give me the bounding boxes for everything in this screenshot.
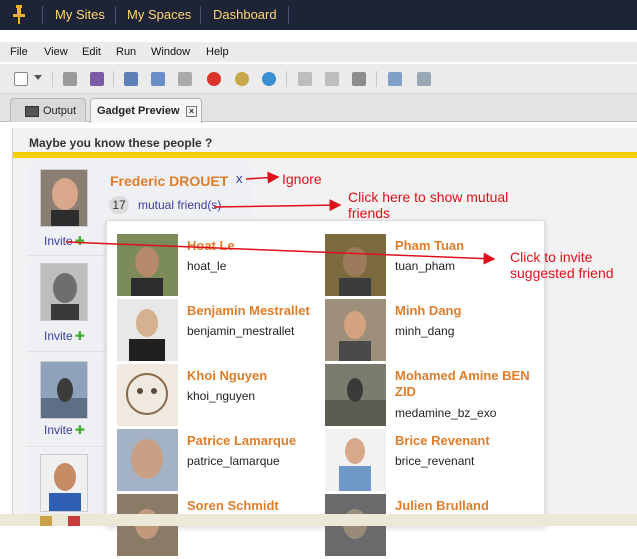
annotation-invite: Click to invite suggested friend [510, 249, 614, 281]
notes-icon[interactable] [40, 516, 52, 526]
mutual-arrow [213, 199, 342, 212]
annotation-ignore: Ignore [282, 171, 322, 187]
annotation-mutual: Click here to show mutual friends [348, 189, 509, 221]
status-bar [0, 514, 637, 526]
calendar-icon[interactable] [68, 516, 80, 526]
invite-arrow [65, 241, 496, 265]
ignore-arrow [245, 171, 280, 184]
